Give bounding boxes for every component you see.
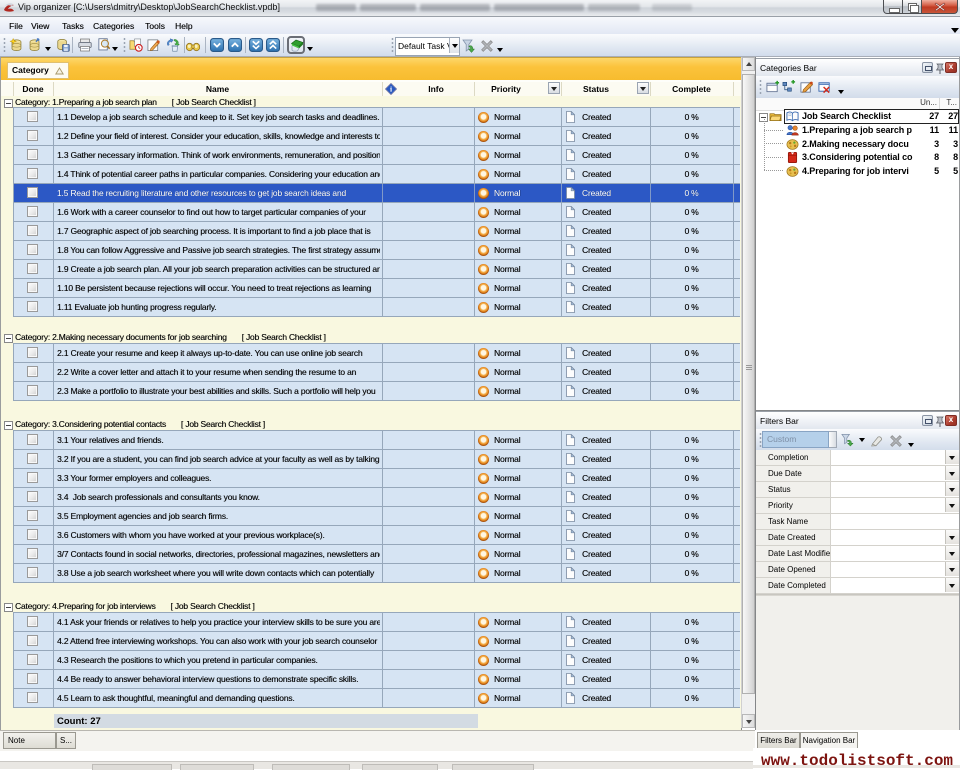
svg-text:i: i: [390, 85, 392, 94]
